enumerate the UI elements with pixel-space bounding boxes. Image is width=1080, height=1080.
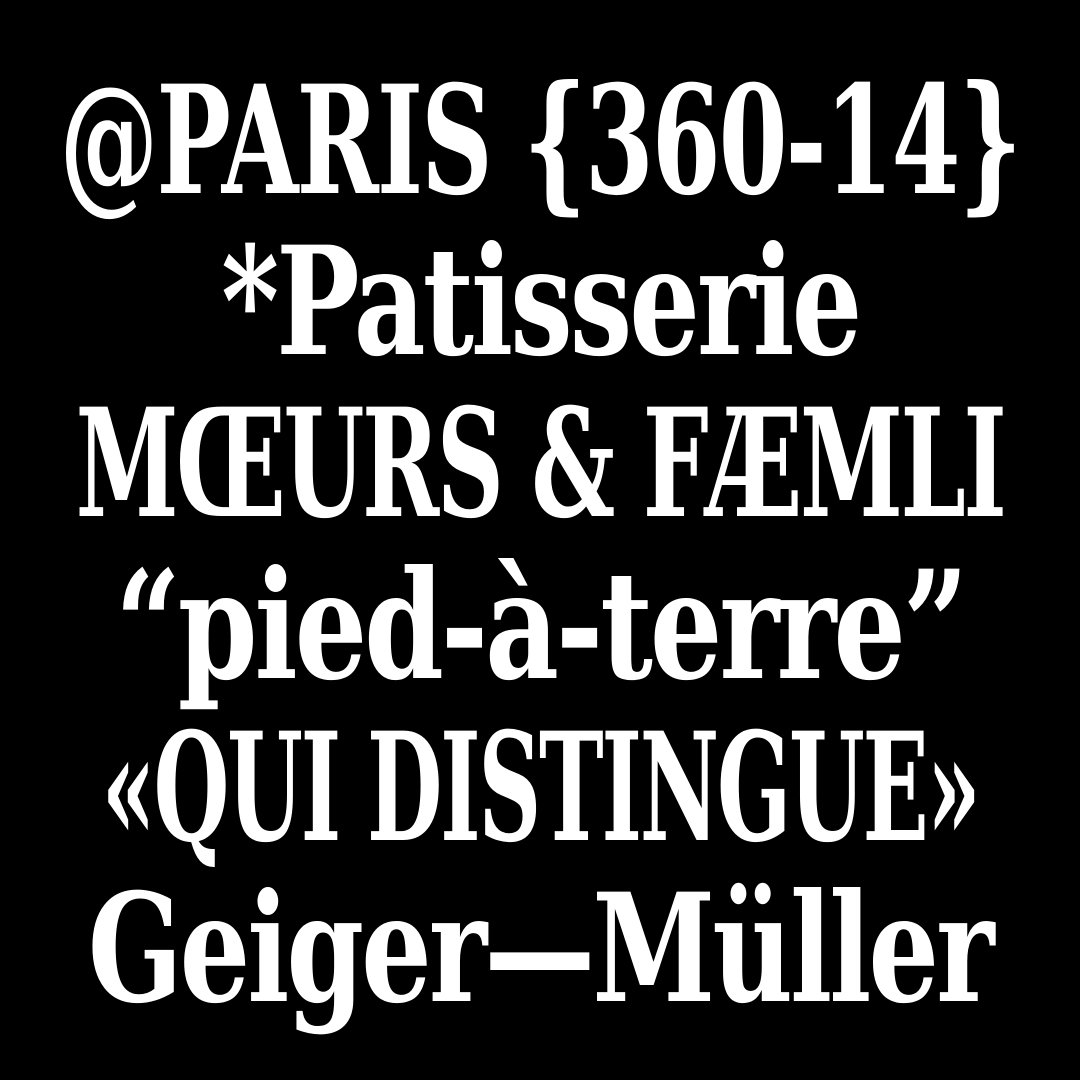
specimen-text: @PARIS {360-14} (59, 52, 1023, 229)
specimen-text: *Patisserie (220, 214, 862, 391)
specimen-text: Geiger—Müller (88, 861, 995, 1038)
specimen-text: “pied-à-terre” (114, 537, 968, 714)
specimen-line-moeurs: MŒURS & FÆMLI (0, 383, 1080, 545)
specimen-text: MŒURS & FÆMLI (75, 376, 1007, 553)
specimen-line-geiger-muller: Geiger—Müller (0, 868, 1080, 1030)
specimen-text: «QUI DISTINGUE» (101, 699, 981, 876)
specimen-line-paris: @PARIS {360-14} (0, 60, 1080, 222)
type-specimen-poster: @PARIS {360-14} *Patisserie MŒURS & FÆML… (0, 0, 1080, 1080)
specimen-line-qui-distingue: «QUI DISTINGUE» (0, 707, 1080, 869)
specimen-line-patisserie: *Patisserie (109, 222, 971, 384)
specimen-line-pied-a-terre: “pied-à-terre” (0, 545, 1080, 707)
